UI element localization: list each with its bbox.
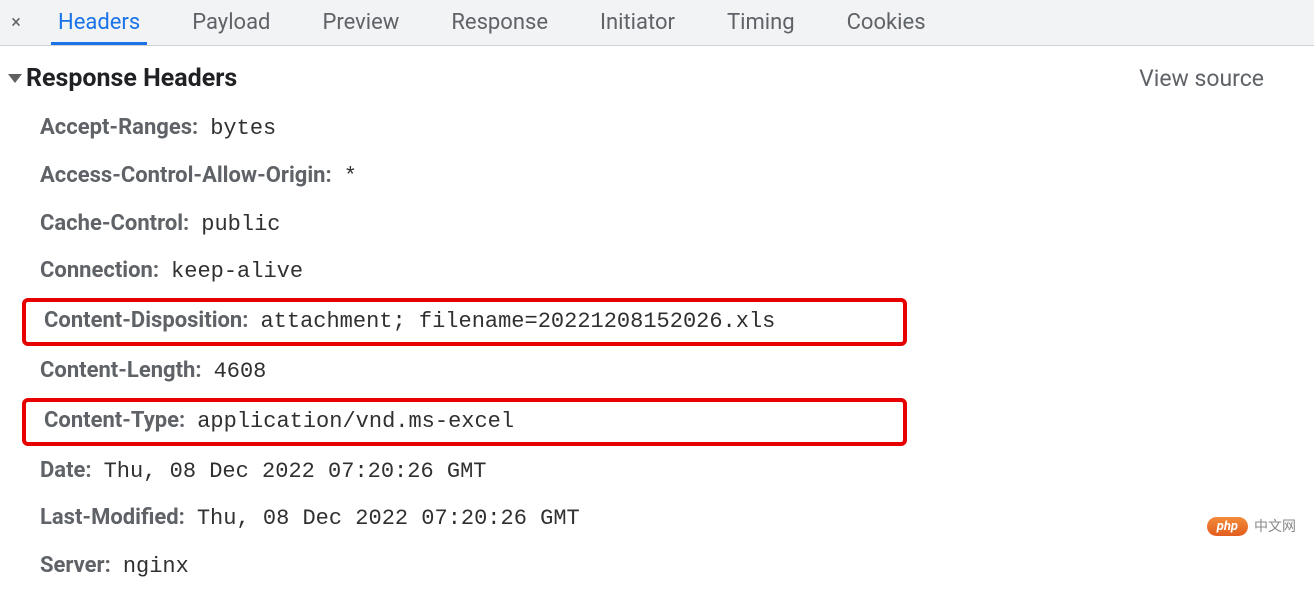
header-row: Last-Modified: Thu, 08 Dec 2022 07:20:26…	[40, 495, 1314, 543]
header-value: attachment; filename=20221208152026.xls	[260, 307, 775, 338]
header-value: keep-alive	[171, 257, 303, 288]
header-value: bytes	[210, 114, 276, 145]
watermark-text: 中文网	[1254, 516, 1296, 536]
watermark-badge: php	[1207, 517, 1248, 536]
header-value: nginx	[123, 552, 189, 583]
header-value: Thu, 08 Dec 2022 07:20:26 GMT	[197, 504, 580, 535]
tab-preview[interactable]: Preview	[296, 0, 425, 45]
view-source-link[interactable]: View source	[1139, 65, 1306, 92]
header-value: application/vnd.ms-excel	[197, 407, 514, 438]
content-area: Response Headers View source Accept-Rang…	[0, 46, 1314, 591]
header-value: public	[201, 210, 280, 241]
header-row: Connection: keep-alive	[40, 248, 1314, 296]
section-header: Response Headers View source	[0, 64, 1314, 93]
header-row: Access-Control-Allow-Origin: *	[40, 153, 1314, 201]
header-row: Date: Thu, 08 Dec 2022 07:20:26 GMT	[40, 448, 1314, 496]
header-row: Server: nginx	[40, 543, 1314, 591]
section-title: Response Headers	[26, 64, 237, 93]
header-row: Accept-Ranges: bytes	[40, 105, 1314, 153]
close-icon[interactable]: ×	[0, 0, 32, 45]
tab-timing[interactable]: Timing	[701, 0, 821, 45]
triangle-down-icon	[8, 74, 22, 83]
tab-response[interactable]: Response	[425, 0, 574, 45]
header-key: Access-Control-Allow-Origin:	[40, 161, 332, 192]
header-key: Accept-Ranges:	[40, 113, 198, 144]
header-key: Content-Length:	[40, 356, 202, 387]
header-key: Cache-Control:	[40, 209, 189, 240]
watermark: php 中文网	[1207, 516, 1296, 536]
header-value: *	[344, 162, 357, 193]
header-row-highlighted: Content-Disposition: attachment; filenam…	[22, 298, 907, 346]
header-key: Content-Type:	[44, 406, 185, 437]
header-key: Server:	[40, 551, 111, 582]
header-key: Last-Modified:	[40, 503, 185, 534]
header-key: Connection:	[40, 256, 159, 287]
headers-list: Accept-Ranges: bytes Access-Control-Allo…	[0, 93, 1314, 591]
header-value: Thu, 08 Dec 2022 07:20:26 GMT	[104, 457, 487, 488]
section-toggle[interactable]: Response Headers	[8, 64, 237, 93]
header-row-highlighted: Content-Type: application/vnd.ms-excel	[22, 398, 907, 446]
tab-initiator[interactable]: Initiator	[574, 0, 701, 45]
tab-headers[interactable]: Headers	[32, 0, 166, 45]
header-value: 4608	[214, 357, 267, 388]
header-row: Cache-Control: public	[40, 201, 1314, 249]
header-key: Date:	[40, 456, 92, 487]
tab-cookies[interactable]: Cookies	[821, 0, 952, 45]
header-key: Content-Disposition:	[44, 306, 248, 337]
tab-payload[interactable]: Payload	[166, 0, 296, 45]
header-row: Content-Length: 4608	[40, 348, 1314, 396]
devtools-top-bar: × Headers Payload Preview Response Initi…	[0, 0, 1314, 46]
tabs-container: Headers Payload Preview Response Initiat…	[32, 0, 952, 45]
